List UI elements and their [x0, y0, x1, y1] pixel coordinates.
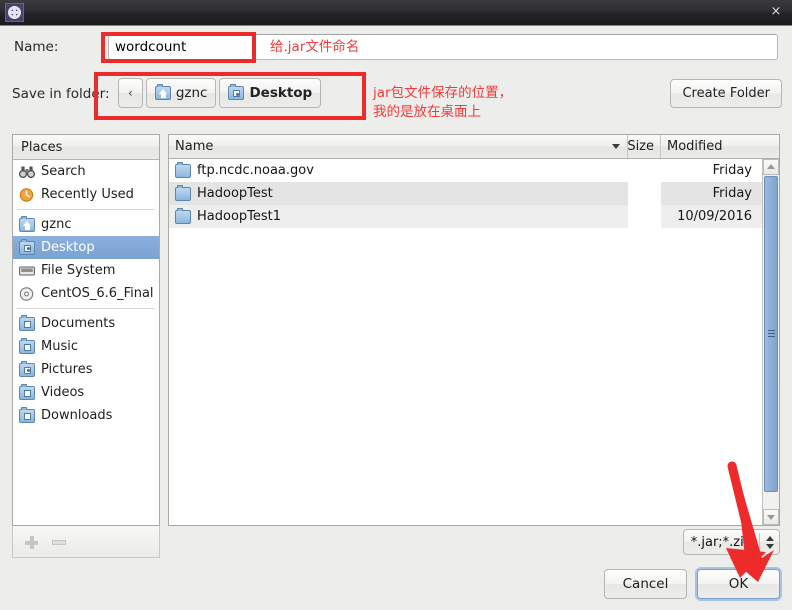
home-folder-icon — [154, 84, 171, 100]
sidebar-item-search[interactable]: Search — [13, 160, 159, 183]
file-modified-cell: Friday — [712, 186, 752, 201]
file-name-cell: HadoopTest1 — [169, 205, 628, 228]
column-header-size[interactable]: Size — [627, 135, 661, 158]
divider — [17, 308, 155, 309]
scroll-up-icon[interactable] — [763, 159, 779, 175]
documents-folder-icon — [19, 314, 35, 331]
remove-place-button[interactable] — [52, 540, 66, 545]
folder-icon — [175, 161, 191, 178]
file-type-filter[interactable]: *.jar;*.zip — [682, 529, 780, 555]
table-row[interactable]: ftp.ncdc.noaa.gov Friday — [169, 159, 779, 182]
cancel-button[interactable]: Cancel — [604, 569, 687, 599]
drive-icon — [19, 264, 35, 278]
binoculars-icon — [18, 165, 36, 179]
sidebar-item-documents[interactable]: Documents — [13, 312, 159, 335]
breadcrumb-item-label: Desktop — [249, 85, 313, 101]
desktop-folder-icon — [19, 238, 35, 255]
divider — [17, 209, 155, 210]
videos-folder-icon — [19, 383, 35, 400]
scrollbar-thumb[interactable] — [764, 176, 778, 492]
disc-icon — [19, 286, 35, 301]
titlebar: × — [0, 0, 792, 26]
file-name-cell: HadoopTest — [169, 182, 628, 205]
file-save-dialog: × Name: Save in folder: ‹ gznc Desktop C… — [0, 0, 792, 610]
sidebar-item-downloads[interactable]: Downloads — [13, 404, 159, 427]
close-icon[interactable]: × — [768, 4, 784, 20]
sidebar-item-label: gznc — [41, 217, 72, 232]
chevron-down-icon — [612, 144, 620, 149]
file-type-filter-value: *.jar;*.zip — [690, 534, 752, 550]
folder-icon — [175, 184, 191, 201]
folder-icon — [175, 207, 191, 224]
breadcrumb-item-desktop[interactable]: Desktop — [219, 78, 322, 108]
file-modified-cell: Friday — [712, 163, 752, 178]
sidebar-item-label: Videos — [41, 385, 85, 400]
sidebar-item-label: File System — [41, 263, 116, 278]
sidebar-item-label: Music — [41, 339, 78, 354]
file-list-header: Name Size Modified — [169, 135, 779, 159]
size-column-blank — [628, 159, 661, 228]
filename-input[interactable] — [108, 34, 778, 60]
gear-icon — [5, 3, 24, 22]
save-in-folder-label: Save in folder: — [12, 86, 110, 102]
sidebar-item-pictures[interactable]: Pictures — [13, 358, 159, 381]
file-name-cell: ftp.ncdc.noaa.gov — [169, 159, 628, 182]
sidebar-item-desktop[interactable]: Desktop — [13, 236, 159, 259]
add-place-button[interactable] — [25, 536, 38, 549]
name-label: Name: — [14, 39, 59, 55]
file-modified-cell: 10/09/2016 — [677, 209, 752, 224]
sidebar-item-recently-used[interactable]: Recently Used — [13, 183, 159, 206]
home-folder-icon — [19, 215, 35, 232]
file-list: Name Size Modified ftp.ncdc.noaa.gov Fri… — [168, 134, 780, 526]
sidebar-item-videos[interactable]: Videos — [13, 381, 159, 404]
downloads-folder-icon — [19, 406, 35, 423]
create-folder-button[interactable]: Create Folder — [670, 79, 782, 108]
sidebar-item-label: Pictures — [41, 362, 93, 377]
places-panel: Places Search Recently Used gznc Desktop — [12, 134, 160, 526]
scroll-down-icon[interactable] — [763, 509, 779, 525]
column-header-name[interactable]: Name — [169, 135, 628, 158]
sidebar-item-label: Recently Used — [41, 187, 134, 202]
sidebar-item-label: Desktop — [41, 240, 95, 255]
breadcrumb-item-gznc[interactable]: gznc — [145, 78, 217, 108]
vertical-scrollbar[interactable] — [762, 159, 779, 525]
music-folder-icon — [19, 337, 35, 354]
places-toolbar — [12, 526, 160, 558]
table-row[interactable]: HadoopTest1 10/09/2016 — [169, 205, 779, 228]
dialog-actions: Cancel OK — [604, 569, 780, 599]
name-row: Name: — [0, 26, 792, 69]
spinner-arrows-icon[interactable] — [760, 530, 779, 554]
sidebar-item-centos[interactable]: CentOS_6.6_Final — [13, 282, 159, 305]
sidebar-item-label: Documents — [41, 316, 116, 331]
breadcrumb-item-label: gznc — [175, 85, 208, 101]
places-header: Places — [13, 135, 159, 160]
column-header-modified[interactable]: Modified — [661, 135, 761, 158]
breadcrumb: ‹ gznc Desktop — [118, 78, 322, 108]
pictures-folder-icon — [19, 360, 35, 377]
table-row[interactable]: HadoopTest Friday — [169, 182, 779, 205]
ok-button[interactable]: OK — [697, 569, 780, 599]
recent-clock-icon — [19, 187, 35, 202]
file-list-body: ftp.ncdc.noaa.gov Friday HadoopTest Frid… — [169, 159, 779, 228]
sidebar-item-music[interactable]: Music — [13, 335, 159, 358]
breadcrumb-back-button[interactable]: ‹ — [118, 78, 143, 108]
sidebar-item-file-system[interactable]: File System — [13, 259, 159, 282]
sidebar-item-gznc[interactable]: gznc — [13, 213, 159, 236]
desktop-folder-icon — [228, 84, 245, 100]
sidebar-item-label: CentOS_6.6_Final — [41, 286, 154, 301]
sidebar-item-label: Downloads — [41, 408, 113, 423]
sidebar-item-label: Search — [41, 164, 86, 179]
